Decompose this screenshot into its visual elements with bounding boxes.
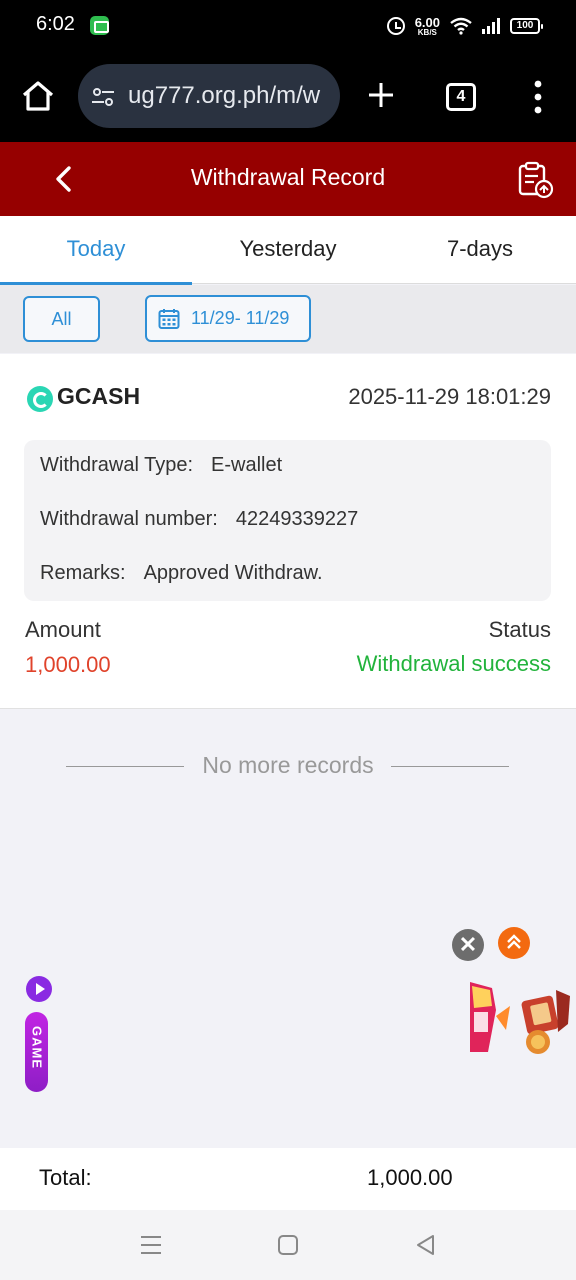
tab-7-days[interactable]: 7-days xyxy=(384,216,576,284)
network-speed-unit: KB/S xyxy=(417,27,437,37)
play-icon[interactable] xyxy=(26,976,52,1002)
withdrawal-type-row: Withdrawal Type: E-wallet xyxy=(40,454,282,477)
system-back-icon[interactable] xyxy=(415,1234,435,1256)
list-end-indicator: No more records xyxy=(0,750,576,782)
withdrawal-type-value: E-wallet xyxy=(211,454,283,476)
amount-label: Amount xyxy=(25,617,101,642)
remarks-value: Approved Withdraw. xyxy=(143,562,323,584)
address-bar[interactable]: ug777.org.ph/m/w xyxy=(78,64,340,128)
record-details: Withdrawal Type: E-wallet Withdrawal numb… xyxy=(24,440,551,601)
remarks-row: Remarks: Approved Withdraw. xyxy=(40,562,323,585)
close-float-icon[interactable]: ✕ xyxy=(452,929,484,961)
status-bar: 6:02 6.00 KB/S 100 xyxy=(0,0,576,52)
date-range-label: 11/29- 11/29 xyxy=(191,308,290,328)
total-bar: Total: 1,000.00 xyxy=(0,1148,576,1210)
network-speed: 6.00 KB/S xyxy=(415,16,440,37)
date-range-button[interactable]: 11/29- 11/29 xyxy=(145,295,311,342)
message-app-icon xyxy=(90,16,109,35)
withdrawal-number-label: Withdrawal number: xyxy=(40,508,218,530)
scroll-top-icon[interactable] xyxy=(498,927,530,959)
divider-right xyxy=(391,766,509,767)
more-menu-icon[interactable] xyxy=(532,80,544,114)
page-title: Withdrawal Record xyxy=(190,164,386,190)
browser-toolbar: ug777.org.ph/m/w 4 xyxy=(0,52,576,142)
date-tabs: Today Yesterday 7-days xyxy=(0,216,576,285)
system-home-icon[interactable] xyxy=(278,1235,298,1255)
status-label: Status xyxy=(488,617,551,642)
system-nav-bar xyxy=(0,1210,576,1280)
status-time: 6:02 xyxy=(36,13,75,35)
recent-apps-icon[interactable] xyxy=(140,1235,162,1255)
alarm-icon xyxy=(386,17,405,35)
gift-promo-icon[interactable] xyxy=(466,980,576,1060)
page-header: Withdrawal Record xyxy=(0,142,576,216)
battery-icon: 100 xyxy=(510,18,543,34)
gcash-logo-icon xyxy=(27,386,53,412)
game-label: GAME xyxy=(29,1026,45,1069)
network-speed-value: 6.00 xyxy=(414,14,440,30)
withdrawal-record-card[interactable]: GCASH 2025-11-29 18:01:29 Withdrawal Typ… xyxy=(0,354,576,709)
new-tab-icon[interactable] xyxy=(366,80,396,110)
withdrawal-type-label: Withdrawal Type: xyxy=(40,454,194,476)
remarks-label: Remarks: xyxy=(40,562,126,584)
game-button[interactable]: GAME xyxy=(25,1012,48,1092)
signal-icon xyxy=(482,18,500,34)
filter-bar: All 11/29- 11/29 xyxy=(0,285,576,353)
withdrawal-number-row: Withdrawal number: 42249339227 xyxy=(40,508,358,531)
withdrawal-clipboard-icon[interactable] xyxy=(516,160,556,200)
tab-today[interactable]: Today xyxy=(0,216,192,285)
withdrawal-number-value: 42249339227 xyxy=(235,508,359,530)
calendar-icon xyxy=(158,309,180,329)
record-datetime: 2025-11-29 18:01:29 xyxy=(348,384,551,409)
site-settings-icon[interactable] xyxy=(90,84,116,110)
url-text: ug777.org.ph/m/w xyxy=(128,82,321,109)
status-indicators: 6.00 KB/S 100 xyxy=(386,13,543,39)
amount-value: 1,000.00 xyxy=(25,652,111,677)
tab-switcher-button[interactable]: 4 xyxy=(446,83,476,111)
tab-yesterday[interactable]: Yesterday xyxy=(192,216,384,284)
total-label: Total: xyxy=(39,1165,92,1190)
status-value: Withdrawal success xyxy=(356,651,551,676)
payment-method: GCASH xyxy=(57,383,141,409)
wifi-icon xyxy=(450,17,472,35)
total-value: 1,000.00 xyxy=(367,1165,453,1190)
filter-all-button[interactable]: All xyxy=(23,296,100,342)
home-icon[interactable] xyxy=(20,78,56,114)
